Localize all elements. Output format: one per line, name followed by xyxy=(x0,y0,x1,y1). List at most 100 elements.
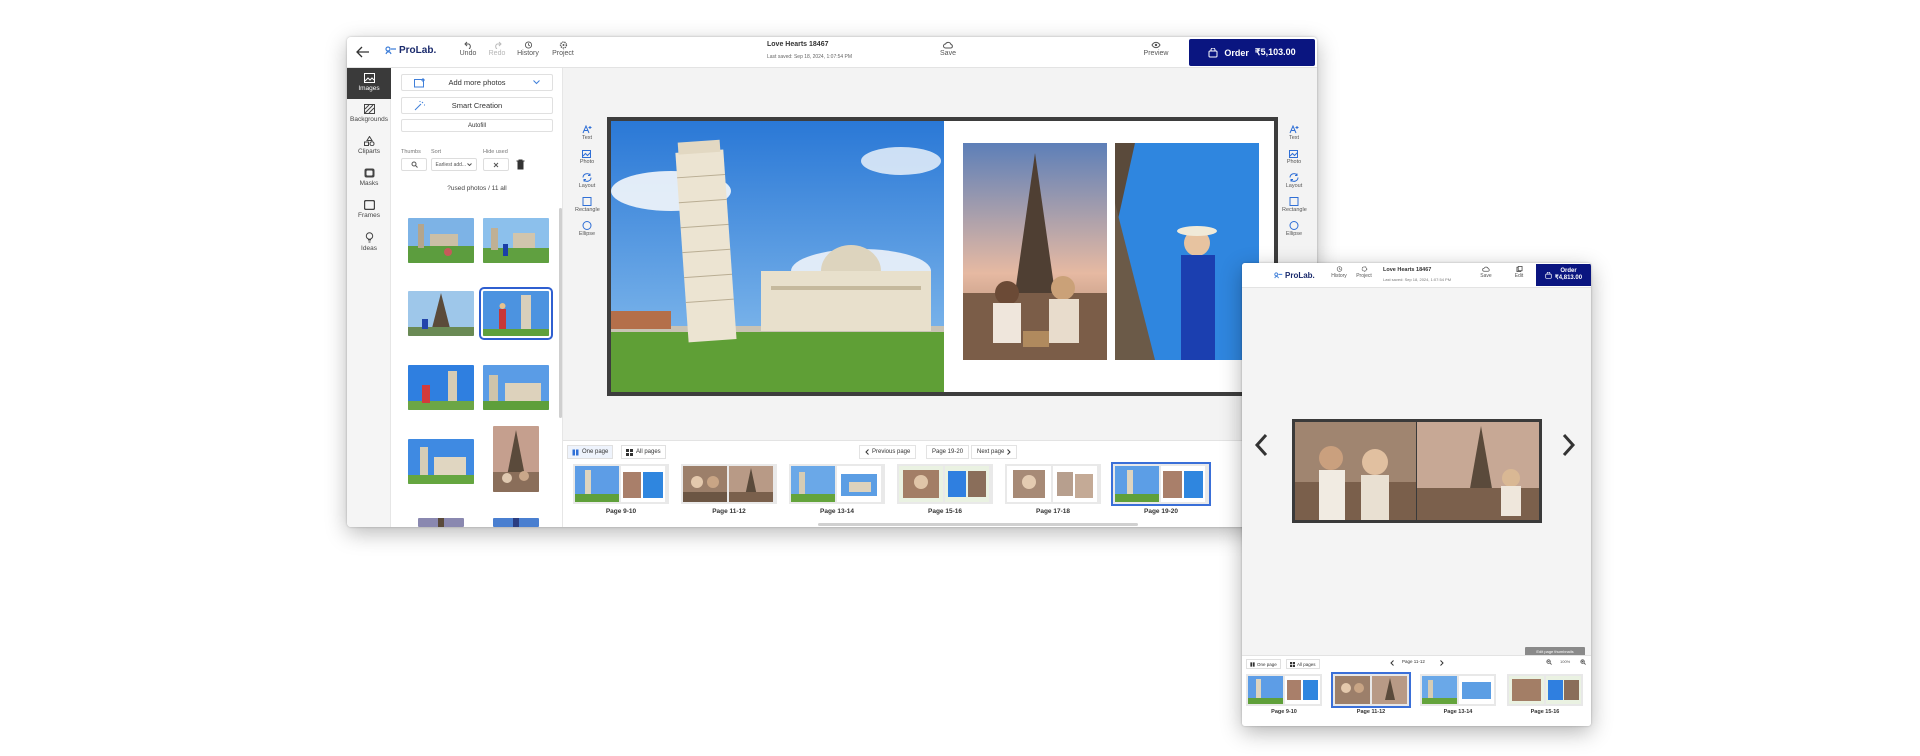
photo-thumb[interactable]: 1 xyxy=(483,218,549,263)
preview-pages-bar: One page All pages Page 11-12 100% Page … xyxy=(1242,655,1591,726)
preview-all-pages-toggle[interactable]: All pages xyxy=(1286,659,1320,669)
photo-thumb[interactable]: 1 xyxy=(483,365,549,410)
project-button[interactable]: Project xyxy=(546,41,580,57)
page-thumb-13-14[interactable] xyxy=(789,464,885,504)
pages-scrollbar[interactable] xyxy=(818,523,1138,526)
hide-used-toggle[interactable] xyxy=(483,158,509,171)
preview-edit-button[interactable]: Edit xyxy=(1507,266,1531,279)
document-title[interactable]: Love Hearts 18467 xyxy=(767,41,927,48)
preview-order-button[interactable]: Order ₹4,813.00 xyxy=(1536,264,1591,286)
photo-thumb-selected[interactable]: 1 xyxy=(479,287,553,340)
page-thumb-17-18[interactable] xyxy=(1005,464,1101,504)
previous-page-button[interactable]: Previous page xyxy=(859,445,917,459)
photo-pisa-tower[interactable] xyxy=(611,121,944,392)
sort-chevron-icon xyxy=(467,163,473,166)
preview-logo[interactable]: ProLab. xyxy=(1274,271,1315,280)
page-thumb-9-10[interactable] xyxy=(573,464,669,504)
preview-page-thumb-13-14[interactable] xyxy=(1420,674,1496,706)
page-thumb-19-20[interactable] xyxy=(1111,462,1211,506)
layout-tool[interactable]: Layout xyxy=(575,173,599,189)
photo-tool[interactable]: Photo xyxy=(575,149,599,165)
book-spread[interactable] xyxy=(607,117,1278,396)
arrow-left-icon[interactable] xyxy=(356,46,370,58)
panel-scrollbar[interactable] xyxy=(559,208,562,418)
bag-icon xyxy=(1545,271,1552,279)
photo-thumb[interactable] xyxy=(408,439,474,484)
order-button[interactable]: Order ₹5,103.00 xyxy=(1189,39,1315,66)
preview-current-page: Page 11-12 xyxy=(1402,659,1425,664)
photo-eiffel-woman[interactable] xyxy=(1115,143,1259,360)
preview-project-button[interactable]: Project xyxy=(1352,266,1376,279)
rail-label-ideas: Ideas xyxy=(361,245,377,252)
photo-thumb[interactable] xyxy=(493,518,539,527)
rail-label-frames: Frames xyxy=(357,212,381,219)
rectangle-tool[interactable]: Rectangle xyxy=(575,197,600,213)
redo-button[interactable]: Redo xyxy=(480,41,514,57)
gear-icon xyxy=(1352,266,1376,272)
photo-tool-right[interactable]: Photo xyxy=(1282,149,1306,165)
zoom-in-icon[interactable] xyxy=(1580,659,1586,665)
sort-value: Earliest add... xyxy=(435,161,467,168)
preview-logo-text: ProLab. xyxy=(1285,271,1315,280)
chevron-down-icon xyxy=(533,80,540,85)
ellipse-tool[interactable]: Ellipse xyxy=(575,221,599,237)
backgrounds-icon xyxy=(347,104,391,114)
rail-item-masks[interactable]: Masks xyxy=(347,168,391,187)
mask-icon xyxy=(347,168,391,178)
preview-history-button[interactable]: History xyxy=(1327,266,1351,279)
layout-tool-right[interactable]: Layout xyxy=(1282,173,1306,189)
ellipse-tool-right[interactable]: Ellipse xyxy=(1282,221,1306,237)
add-more-photos-button[interactable]: Add more photos xyxy=(401,74,553,91)
canvas-area: Text Photo Layout Rectangle Ellipse Text… xyxy=(563,68,1317,440)
redo-icon xyxy=(480,41,514,49)
photo-thumb[interactable]: 3 xyxy=(408,291,474,336)
rail-item-images[interactable]: Images xyxy=(347,68,391,99)
text-icon xyxy=(1282,125,1306,134)
thumbs-zoom-control[interactable] xyxy=(401,158,427,171)
rail-item-ideas[interactable]: Ideas xyxy=(347,232,391,252)
grid-icon xyxy=(1290,661,1295,667)
photo-thumb[interactable] xyxy=(418,518,464,527)
preview-one-page-toggle[interactable]: One page xyxy=(1246,659,1281,669)
sort-select[interactable]: Earliest add... xyxy=(431,158,477,171)
next-page-button[interactable]: Next page xyxy=(971,445,1018,459)
text-tool[interactable]: Text xyxy=(575,125,599,141)
rectangle-tool-right[interactable]: Rectangle xyxy=(1282,197,1307,213)
preview-button[interactable]: Preview xyxy=(1139,41,1173,57)
page-thumb-15-16[interactable] xyxy=(897,464,993,504)
history-button[interactable]: History xyxy=(511,41,545,57)
photo-thumb[interactable] xyxy=(408,365,474,410)
rail-item-frames[interactable]: Frames xyxy=(347,200,391,219)
page-thumb-11-12[interactable] xyxy=(681,464,777,504)
undo-label: Undo xyxy=(459,50,477,57)
ellipse-icon xyxy=(575,221,599,230)
lightbulb-icon xyxy=(347,232,391,243)
previous-spread-arrow[interactable] xyxy=(1254,433,1268,457)
one-page-toggle[interactable]: One page xyxy=(567,445,614,459)
photo-tool-label: Photo xyxy=(579,159,595,165)
preview-page-thumb-15-16[interactable] xyxy=(1507,674,1583,706)
smart-creation-button[interactable]: Smart Creation xyxy=(401,97,553,114)
preview-page-thumb-11-12[interactable] xyxy=(1331,672,1411,708)
text-tool-right[interactable]: Text xyxy=(1282,125,1306,141)
preview-prev-page-button[interactable] xyxy=(1390,660,1394,666)
page-label-19-20: Page 19-20 xyxy=(1144,508,1178,515)
prolab-logo[interactable]: ProLab. xyxy=(385,45,436,56)
one-page-label: One page xyxy=(582,449,609,455)
all-pages-toggle[interactable]: All pages xyxy=(621,445,666,459)
photo-thumb[interactable]: 2 xyxy=(408,218,474,263)
next-spread-arrow[interactable] xyxy=(1562,433,1576,457)
zoom-out-icon[interactable] xyxy=(1546,659,1552,665)
photo-thumb[interactable]: 2 xyxy=(493,426,539,492)
rail-item-backgrounds[interactable]: Backgrounds xyxy=(347,104,391,123)
trash-icon[interactable] xyxy=(516,159,525,170)
preview-next-page-button[interactable] xyxy=(1440,660,1444,666)
autofill-button[interactable]: Autofill xyxy=(401,119,553,132)
save-button[interactable]: Save xyxy=(931,41,965,57)
rail-item-cliparts[interactable]: Cliparts xyxy=(347,136,391,155)
photo-eiffel-picnic[interactable] xyxy=(963,143,1107,360)
preview-save-button[interactable]: Save xyxy=(1474,266,1498,279)
add-more-photos-label: Add more photos xyxy=(448,78,506,87)
rail-label-cliparts: Cliparts xyxy=(357,148,381,155)
preview-page-thumb-9-10[interactable] xyxy=(1246,674,1322,706)
